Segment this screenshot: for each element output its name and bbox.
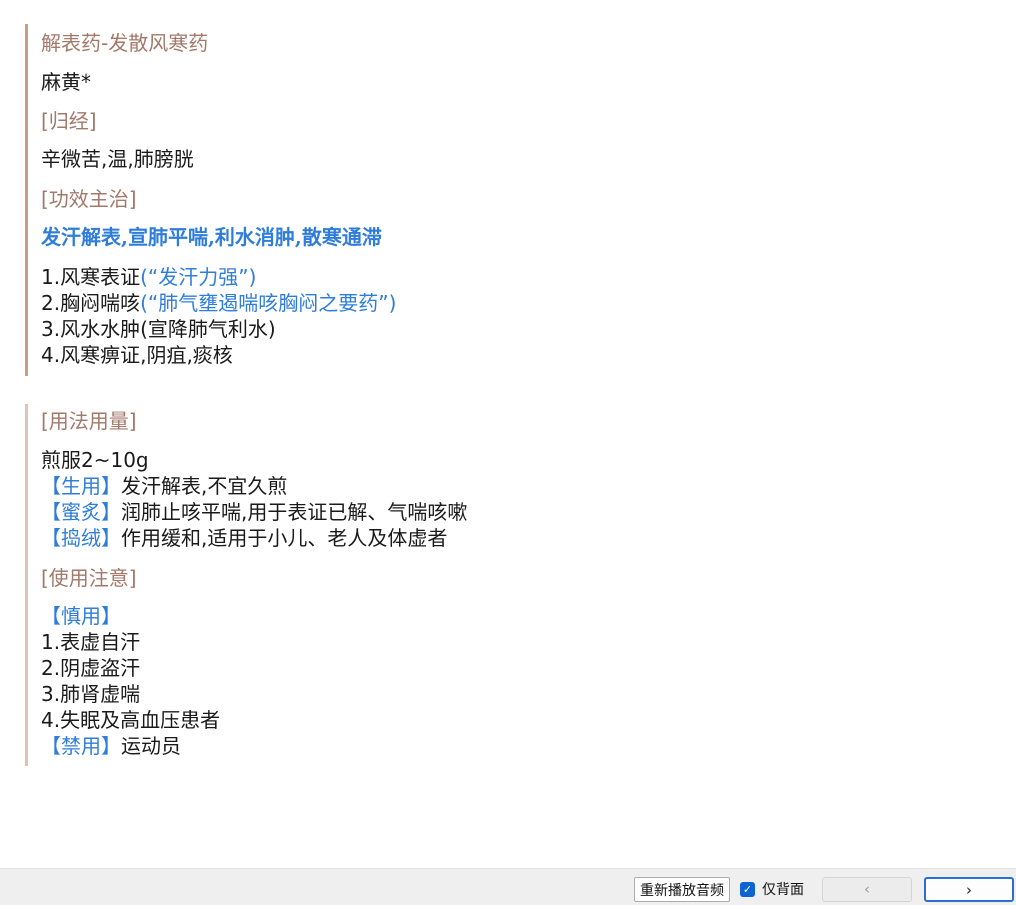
usage-form-tag: 【生用】 <box>41 474 121 498</box>
caution-item: 3.肺肾虚喘 <box>41 682 141 706</box>
back-only-checkbox[interactable]: ✓ <box>740 882 755 897</box>
caution-item: 4.失眠及高血压患者 <box>41 708 221 732</box>
herb-name: 麻黄* <box>41 70 91 94</box>
chevron-left-icon: ‹ <box>864 880 870 898</box>
forbidden-tag: 【禁用】 <box>41 734 121 758</box>
dosage-text: 煎服2~10g <box>41 448 149 472</box>
category-label: 解表药-发散风寒药 <box>41 31 209 55</box>
usage-heading: [用法用量] <box>41 409 137 433</box>
next-button[interactable]: › <box>924 877 1014 902</box>
effect-item-main: 3.风水水肿(宣降肺气利水) <box>41 317 276 341</box>
usage-form-text: 润肺止咳平喘,用于表证已解、气喘咳嗽 <box>121 500 468 524</box>
card-front-section: 解表药-发散风寒药 麻黄* [归经] 辛微苦,温,肺膀胱 [功效主治] 发汗解表… <box>25 24 1008 376</box>
effects-summary: 发汗解表,宣肺平喘,利水消肿,散寒通滞 <box>41 225 382 249</box>
effect-item-main: 1.风寒表证 <box>41 265 141 289</box>
usage-form: 【捣绒】作用缓和,适用于小儿、老人及体虚者 <box>41 525 447 551</box>
bottom-toolbar: 重新播放音频 ✓ 仅背面 ‹ › <box>0 868 1016 905</box>
caution-tag: 【慎用】 <box>41 604 121 628</box>
meridian-heading: [归经] <box>41 109 97 133</box>
previous-button[interactable]: ‹ <box>822 877 912 902</box>
caution-item: 2.阴虚盗汗 <box>41 656 141 680</box>
effects-heading: [功效主治] <box>41 187 137 211</box>
replay-audio-button[interactable]: 重新播放音频 <box>634 877 730 902</box>
usage-form-text: 发汗解表,不宜久煎 <box>121 474 288 498</box>
effect-item: 2.胸闷喘咳(“肺气壅遏喘咳胸闷之要药”) <box>41 290 396 316</box>
effect-item-main: 2.胸闷喘咳 <box>41 291 141 315</box>
usage-form: 【生用】发汗解表,不宜久煎 <box>41 473 287 499</box>
usage-form-text: 作用缓和,适用于小儿、老人及体虚者 <box>121 526 448 550</box>
effect-item-note: (“肺气壅遏喘咳胸闷之要药”) <box>140 291 397 315</box>
effect-item-note: (“发汗力强”) <box>140 265 257 289</box>
caution-item: 1.表虚自汗 <box>41 630 141 654</box>
effect-item: 3.风水水肿(宣降肺气利水) <box>41 316 276 342</box>
chevron-right-icon: › <box>966 881 972 899</box>
meridian-text: 辛微苦,温,肺膀胱 <box>41 147 194 171</box>
effect-item: 4.风寒痹证,阴疽,痰核 <box>41 342 233 368</box>
checkmark-icon: ✓ <box>742 883 753 896</box>
usage-form-tag: 【捣绒】 <box>41 526 121 550</box>
usage-form-tag: 【蜜炙】 <box>41 500 121 524</box>
usage-form: 【蜜炙】润肺止咳平喘,用于表证已解、气喘咳嗽 <box>41 499 467 525</box>
effect-item: 1.风寒表证(“发汗力强”) <box>41 264 256 290</box>
cautions-heading: [使用注意] <box>41 566 137 590</box>
card-back-section: [用法用量] 煎服2~10g 【生用】发汗解表,不宜久煎 【蜜炙】润肺止咳平喘,… <box>25 404 1008 766</box>
forbidden-text: 运动员 <box>121 734 181 758</box>
effect-item-main: 4.风寒痹证,阴疽,痰核 <box>41 343 233 367</box>
back-only-label[interactable]: 仅背面 <box>762 879 804 899</box>
forbidden-line: 【禁用】运动员 <box>41 733 181 759</box>
